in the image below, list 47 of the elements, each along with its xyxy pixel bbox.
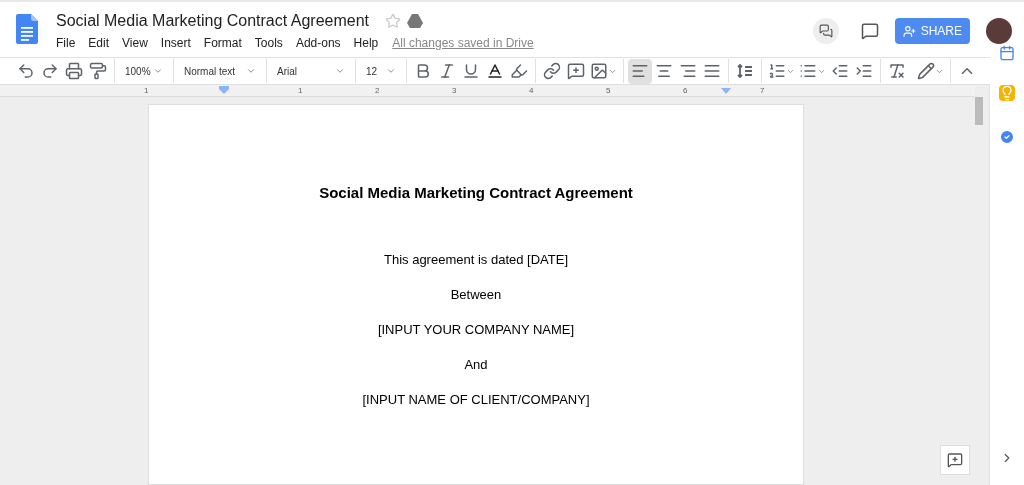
chat-icon (818, 24, 833, 38)
caret-icon (153, 66, 163, 76)
explore-button[interactable] (940, 445, 970, 475)
ruler-number: 5 (606, 85, 611, 97)
menu-item[interactable]: Insert (160, 34, 191, 52)
ruler-number: 7 (760, 85, 765, 97)
scrollbar-thumb[interactable] (975, 97, 983, 125)
document-line: This agreement is dated [DATE] (384, 250, 568, 269)
chat-button[interactable] (812, 18, 839, 44)
add-comment-icon (947, 452, 963, 468)
document-line: And (464, 355, 488, 374)
menu-item[interactable]: Edit (88, 34, 110, 52)
caret-icon (335, 66, 345, 76)
caret-icon (246, 66, 256, 76)
check-icon[interactable] (999, 129, 1015, 145)
star-icon[interactable] (385, 13, 402, 29)
menu-item[interactable]: File (56, 34, 76, 52)
menu-item[interactable]: Format (203, 34, 242, 52)
align-left-icon[interactable] (628, 58, 652, 84)
menu-item[interactable]: View (122, 34, 148, 52)
ruler-number: 4 (529, 85, 534, 97)
menu-item[interactable]: Tools (254, 34, 283, 52)
menu-item[interactable]: Add-ons (295, 34, 341, 52)
document-line: [INPUT NAME OF CLIENT/COMPANY] (362, 390, 590, 409)
font-dropdown[interactable]: Arial (271, 58, 351, 84)
document-line: Between (450, 285, 502, 304)
ruler-number: 1 (144, 85, 149, 97)
comments-icon[interactable] (860, 22, 879, 40)
calendar-icon[interactable] (999, 45, 1015, 61)
document-heading: Social Media Marketing Contract Agreement (319, 183, 633, 203)
font-size-dropdown[interactable]: 12 (360, 58, 402, 84)
style-dropdown[interactable]: Normal text (178, 58, 262, 84)
document-line: [INPUT YOUR COMPANY NAME] (377, 320, 575, 339)
right-indent-marker-icon[interactable] (721, 88, 731, 94)
menu-item[interactable]: Help (353, 34, 379, 52)
ruler-number: 6 (683, 85, 688, 97)
zoom-dropdown[interactable]: 100% (119, 58, 169, 84)
save-status-link[interactable]: All changes saved in Drive (392, 34, 534, 52)
caret-icon (386, 66, 396, 76)
document-icon[interactable] (16, 14, 38, 44)
avatar[interactable] (986, 18, 1012, 44)
person-icon (902, 24, 916, 38)
ruler-number: 2 (375, 85, 380, 97)
ruler-number: 1 (298, 85, 303, 97)
ruler-number: 3 (452, 85, 457, 97)
indent-marker-icon[interactable] (219, 86, 229, 94)
document-title[interactable]: Social Media Marketing Contract Agreement (56, 10, 370, 32)
